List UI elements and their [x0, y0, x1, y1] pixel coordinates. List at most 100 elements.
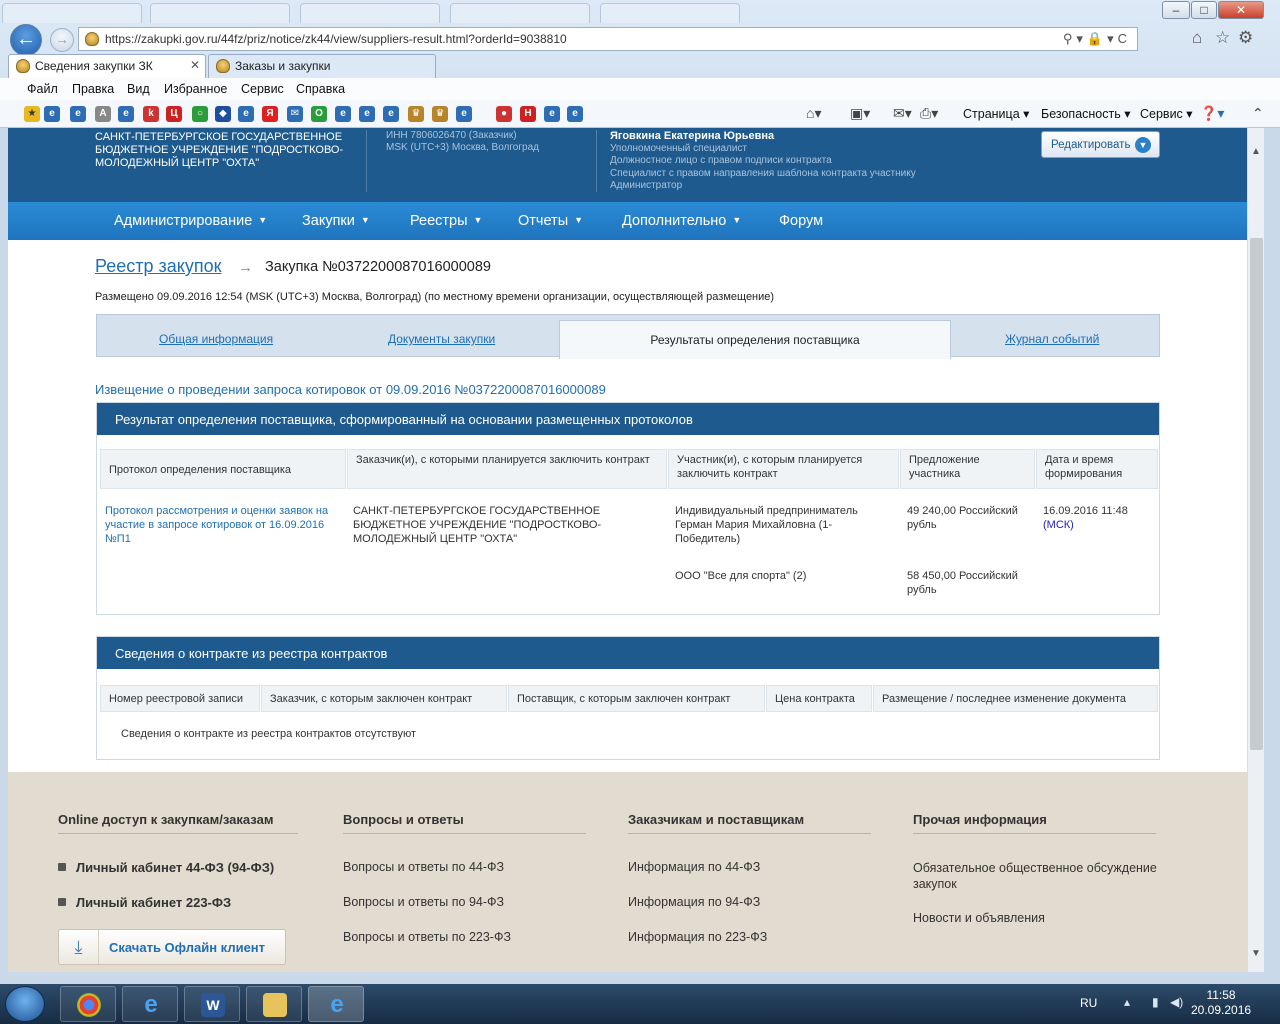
favorites-star-icon[interactable]: ☆	[1215, 28, 1230, 48]
close-window-button[interactable]: ✕	[1218, 1, 1264, 19]
menu-tools[interactable]: Сервис	[241, 82, 284, 96]
bookmark-icon[interactable]: e	[544, 106, 560, 122]
table-header: Предложение участника	[900, 449, 1035, 489]
bookmark-icon[interactable]: A	[95, 106, 111, 122]
start-button[interactable]	[5, 986, 45, 1022]
command-tools[interactable]: Сервис ▾	[1140, 106, 1193, 121]
favorites-star-icon[interactable]: ★	[24, 106, 40, 122]
nav-reports[interactable]: Отчеты ▼	[518, 213, 583, 229]
footer-link[interactable]: Обязательное общественное обсуждение зак…	[913, 860, 1183, 892]
footer-link[interactable]: Вопросы и ответы по 94-ФЗ	[343, 895, 504, 909]
taskbar-chrome[interactable]	[60, 986, 116, 1022]
bookmark-icon[interactable]: e	[118, 106, 134, 122]
vertical-scrollbar[interactable]: ▲ ▼	[1247, 128, 1264, 972]
print-icon[interactable]: ⎙▾	[920, 105, 938, 122]
breadcrumb-registry-link[interactable]: Реестр закупок	[95, 256, 221, 276]
notice-link[interactable]: Извещение о проведении запроса котировок…	[95, 382, 606, 397]
timezone-label: (МСК)	[1043, 519, 1074, 531]
bookmark-icon[interactable]: ◆	[215, 106, 231, 122]
scrollbar-thumb[interactable]	[1250, 238, 1263, 750]
taskbar-word[interactable]: W	[184, 986, 240, 1022]
network-icon[interactable]: ▮	[1152, 995, 1159, 1009]
tab-general-info[interactable]: Общая информация	[159, 332, 273, 346]
bookmark-icon[interactable]: e	[567, 106, 583, 122]
scroll-up-icon[interactable]: ▲	[1251, 146, 1261, 157]
bookmark-icon[interactable]: Ц	[166, 106, 182, 122]
bookmark-icon[interactable]: ♛	[432, 106, 448, 122]
bookmark-icon[interactable]: e	[70, 106, 86, 122]
forward-button[interactable]: →	[50, 28, 74, 52]
close-tab-icon[interactable]: ✕	[190, 58, 200, 72]
bookmark-icon[interactable]: O	[311, 106, 327, 122]
address-bar-tools-icon[interactable]: ⚲▾🔒▾C	[1063, 31, 1131, 47]
language-indicator[interactable]: RU	[1080, 996, 1097, 1010]
footer-link[interactable]: Вопросы и ответы по 223-ФЗ	[343, 930, 511, 944]
download-offline-client-button[interactable]: ⤓ Скачать Офлайн клиент	[58, 929, 286, 965]
command-tools-label: Сервис	[1140, 107, 1183, 121]
bookmark-icon[interactable]: e	[335, 106, 351, 122]
volume-icon[interactable]: ◀)	[1170, 995, 1183, 1009]
tab-documents[interactable]: Документы закупки	[388, 332, 495, 346]
tab-supplier-results[interactable]: Результаты определения поставщика	[559, 320, 951, 359]
browser-tab-active[interactable]: Сведения закупки ЗК ✕	[8, 54, 206, 78]
nav-forum[interactable]: Форум	[779, 213, 823, 229]
menu-view[interactable]: Вид	[127, 82, 150, 96]
chevron-up-icon[interactable]: ⌃	[1252, 105, 1264, 122]
home-icon[interactable]: ⌂▾	[806, 105, 821, 122]
table-header: Номер реестровой записи	[100, 685, 260, 712]
user-role: Специалист с правом направления шаблона …	[610, 167, 916, 179]
footer-link-cabinet-223[interactable]: Личный кабинет 223-ФЗ	[58, 895, 231, 910]
back-button[interactable]: ←	[10, 24, 42, 56]
bookmark-icon[interactable]: H	[520, 106, 536, 122]
bookmark-icon[interactable]: ♛	[408, 106, 424, 122]
minimize-button[interactable]: –	[1162, 1, 1190, 19]
bookmark-icon[interactable]: k	[143, 106, 159, 122]
bookmark-icon[interactable]: Я	[262, 106, 278, 122]
menu-help[interactable]: Справка	[296, 82, 345, 96]
bookmark-icon[interactable]: ○	[192, 106, 208, 122]
clock-time: 11:58	[1206, 988, 1236, 1002]
scroll-down-icon[interactable]: ▼	[1251, 948, 1261, 959]
tray-arrow-icon[interactable]: ▴	[1124, 995, 1130, 1009]
taskbar-explorer[interactable]	[246, 986, 302, 1022]
menu-favorites[interactable]: Избранное	[164, 82, 227, 96]
rss-feed-icon[interactable]: ▣▾	[850, 105, 870, 122]
footer-link[interactable]: Информация по 223-ФЗ	[628, 930, 767, 944]
home-icon[interactable]: ⌂	[1192, 28, 1202, 48]
footer-link[interactable]: Новости и объявления	[913, 911, 1045, 925]
mail-icon[interactable]: ✉▾	[893, 105, 912, 122]
footer-link[interactable]: Вопросы и ответы по 44-ФЗ	[343, 860, 504, 874]
protocol-link[interactable]: Протокол рассмотрения и оценки заявок на…	[105, 504, 345, 546]
organization-info: ИНН 7806026470 (Заказчик) MSK (UTC+3) Мо…	[386, 130, 539, 154]
footer-link[interactable]: Информация по 94-ФЗ	[628, 895, 760, 909]
bookmark-icon[interactable]: e	[44, 106, 60, 122]
settings-gear-icon[interactable]: ⚙	[1238, 28, 1253, 48]
command-security[interactable]: Безопасность ▾	[1041, 106, 1131, 121]
clock[interactable]: 11:58 20.09.2016	[1191, 988, 1251, 1018]
browser-tab[interactable]: Заказы и закупки	[208, 54, 436, 78]
bookmark-icon[interactable]: e	[238, 106, 254, 122]
bookmark-icon[interactable]: e	[359, 106, 375, 122]
browser-tab-title: Заказы и закупки	[235, 59, 331, 73]
taskbar-ie[interactable]: e	[122, 986, 178, 1022]
taskbar-ie-active[interactable]: e	[308, 986, 364, 1022]
nav-additional[interactable]: Дополнительно ▼	[622, 213, 741, 229]
tab-event-log[interactable]: Журнал событий	[1005, 332, 1099, 346]
arrow-right-icon: →	[238, 259, 253, 276]
nav-purchases[interactable]: Закупки ▼	[302, 213, 370, 229]
menu-edit[interactable]: Правка	[72, 82, 114, 96]
bookmark-icon[interactable]: ●	[496, 106, 512, 122]
maximize-button[interactable]: □	[1191, 1, 1217, 19]
footer-link[interactable]: Информация по 44-ФЗ	[628, 860, 760, 874]
command-page[interactable]: Страница ▾	[963, 106, 1029, 121]
bookmark-icon[interactable]: e	[456, 106, 472, 122]
bookmark-icon[interactable]: ✉	[287, 106, 303, 122]
menu-file[interactable]: Файл	[27, 82, 58, 96]
footer-link-cabinet-44[interactable]: Личный кабинет 44-ФЗ (94-ФЗ)	[58, 860, 274, 875]
bookmark-icon[interactable]: e	[383, 106, 399, 122]
address-bar[interactable]: https://zakupki.gov.ru/44fz/priz/notice/…	[78, 27, 1138, 51]
edit-profile-button[interactable]: Редактировать ▼	[1041, 131, 1160, 158]
nav-administration[interactable]: Администрирование ▼	[114, 213, 267, 229]
help-icon[interactable]: ❓▾	[1200, 105, 1224, 122]
nav-registries[interactable]: Реестры ▼	[410, 213, 482, 229]
